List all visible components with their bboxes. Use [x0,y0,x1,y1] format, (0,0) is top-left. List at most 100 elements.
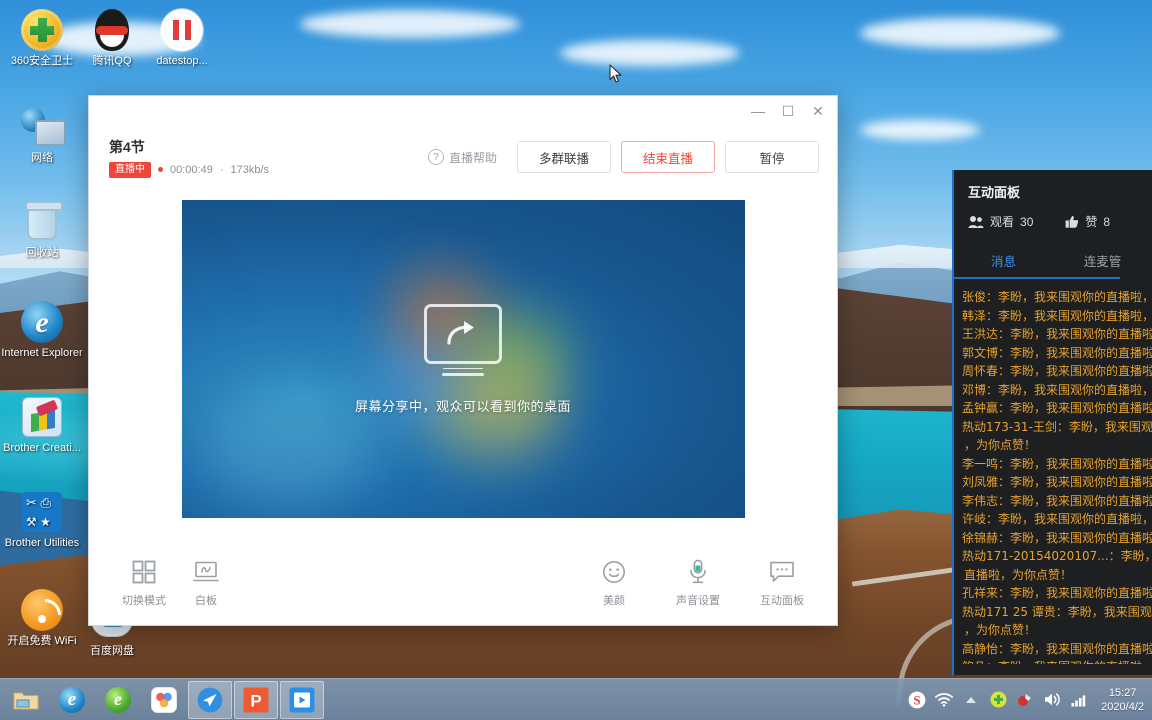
live-status-badge: 直播中 [109,161,151,178]
audio-settings-tool[interactable]: 声音设置 [667,559,729,608]
desktop-icon-label: Internet Explorer [1,347,83,359]
chat-message: 热动173-31-王剑：李盼，我来围观你 [962,419,1152,434]
taskbar-items: e e P [0,680,324,719]
live-help-link[interactable]: ? 直播帮助 [427,149,497,166]
chat-message: 李伟志：李盼，我来围观你的直播啦， [962,493,1152,508]
clock-date: 2020/4/2 [1101,700,1144,713]
viewer-count: 30 [1020,214,1034,229]
interaction-panel-tool[interactable]: 互动面板 [751,559,813,608]
taskbar-blue-bird-app[interactable] [188,680,232,719]
like-label: 赞 [1085,215,1098,229]
sogou-input-icon[interactable]: S [908,691,926,709]
desktop-icon-label: 回收站 [25,247,59,259]
microphone-icon [687,559,709,585]
chat-message: 李一鸣：李盼，我来围观你的直播啦， [962,456,1152,471]
session-meta: 直播中 00:00:49 · 173kb/s [109,161,269,178]
taskbar-colorful-app[interactable] [142,681,186,719]
beauty-face-icon [602,559,626,585]
minimize-button[interactable]: — [743,98,773,124]
window-titlebar[interactable]: — ☐ ✕ [89,96,837,126]
end-live-button[interactable]: 结束直播 [621,141,715,173]
wifi-icon[interactable] [935,691,954,709]
chat-message: 邓博：李盼，我来围观你的直播啦，为 [962,382,1152,397]
360-tray-icon[interactable] [989,691,1007,709]
toolbar-right-group: 美颜 声音设置 互动面板 [583,559,813,608]
brother-utilities-icon [20,490,64,534]
desktop-icon-brother-creative[interactable]: Brother Creati... [0,395,84,455]
taskbar-clock[interactable]: 15:27 2020/4/2 [1097,686,1144,714]
chat-message: 孟钟赢：李盼，我来围观你的直播啦， [962,401,1152,415]
interaction-panel: 互动面板 观看 30 赞 8 消息 连麦管 张俊：李盼，我来围观你的直播啦，为韩… [952,170,1152,675]
volume-icon[interactable] [1043,691,1061,709]
file-explorer-icon [13,692,39,709]
chat-message-list[interactable]: 张俊：李盼，我来围观你的直播啦，为 韩泽：李盼，我来围观你的直播啦，为 王洪达：李盼… [954,279,1152,664]
desktop-icon-recycle-bin[interactable]: 回收站 [0,200,84,260]
taskbar-live-app[interactable] [280,680,324,719]
desktop-icon-network[interactable]: 网络 [0,105,84,165]
recording-dot-icon [158,167,163,172]
show-hidden-icons-icon[interactable] [962,691,980,709]
session-info: 第4节 直播中 00:00:49 · 173kb/s [109,137,269,178]
cloud [860,120,980,140]
live-app-icon [289,687,315,712]
audio-settings-label: 声音设置 [676,594,720,607]
desktop-icon-label: Brother Creati... [3,442,81,454]
chat-message: 郭文博：李盼，我来围观你的直播啦， [962,345,1152,360]
close-button[interactable]: ✕ [803,98,833,124]
switch-mode-tool[interactable]: 切换模式 [113,559,175,608]
tab-mic-management[interactable]: 连麦管 [1053,246,1152,279]
viewer-label: 观看 [990,215,1015,229]
desktop-icon-brother-utilities[interactable]: Brother Utilities [0,490,84,550]
colorful-app-icon [151,686,177,713]
windows-taskbar: e e P S 15:27 2020/4/2 [0,678,1152,720]
whiteboard-label: 白板 [195,594,217,607]
chat-message: 直播啦，为你点赞！ [964,567,1073,582]
desktop-icon-datestop[interactable]: datestop... [140,8,224,68]
chat-message: 热动171 25 谭贵：李盼，我来围观你 [962,604,1152,619]
cloud [860,18,1060,48]
header-actions: ? 直播帮助 多群联播 结束直播 暂停 [427,141,819,173]
like-count-stat: 赞 8 [1065,213,1110,230]
chat-message: ，为你点赞！ [964,623,1037,637]
chat-message: 孔祥来：李盼，我来围观你的直播啦， [962,586,1152,600]
thumbs-up-icon [1065,215,1079,228]
beauty-label: 美颜 [603,594,625,607]
window-toolbar: 切换模式 白板 美颜 声音设置 互动面板 [89,547,837,625]
cloud [560,40,740,66]
datestop-icon [160,8,204,52]
maximize-button[interactable]: ☐ [773,98,803,124]
recycle-bin-icon [20,200,64,244]
signal-bars-icon[interactable] [1070,691,1088,709]
desktop-icon-internet-explorer[interactable]: Internet Explorer [0,300,84,360]
live-help-label: 直播帮助 [448,150,497,165]
multicast-button[interactable]: 多群联播 [517,141,611,173]
taskbar-file-explorer[interactable] [4,681,48,719]
taskbar-internet-explorer[interactable]: e [50,681,94,719]
tab-messages[interactable]: 消息 [954,246,1053,279]
whiteboard-tool[interactable]: 白板 [175,559,237,608]
interaction-panel-label: 互动面板 [760,594,804,607]
chat-message: 许岐：李盼，我来围观你的直播啦，为 [962,512,1152,526]
like-count: 8 [1103,214,1111,229]
cloud [300,10,520,38]
beauty-tool[interactable]: 美颜 [583,559,645,608]
desktop-icon-label: datestop... [156,55,208,67]
chat-message: 周怀春：李盼，我来围观你的直播啦， [962,364,1152,378]
desktop-icon-label: 网络 [31,152,53,164]
360-browser-icon: e [105,686,131,713]
screen-share-preview[interactable]: 屏幕分享中，观众可以看到你的桌面 [181,200,745,518]
whiteboard-icon [193,559,219,585]
chat-bubble-icon [769,559,795,585]
window-header: 第4节 直播中 00:00:49 · 173kb/s ? 直播帮助 多群联播 结… [89,126,837,188]
panel-title: 互动面板 [968,185,1021,200]
taskbar-wps-presentation[interactable]: P [234,680,278,719]
chat-message: 王洪达：李盼，我来围观你的直播啦， [962,327,1152,341]
pause-button[interactable]: 暂停 [725,141,819,173]
share-status-text: 屏幕分享中，观众可以看到你的桌面 [354,398,571,414]
internet-explorer-icon [20,300,64,344]
chat-message: 鲍凡：李盼，我来围观你的直播啦，为 [962,658,1152,664]
tab-active-underline [954,277,1120,279]
chat-message: 热动171-20154020107...：李盼，我来 [962,549,1152,563]
red-tray-icon[interactable] [1016,691,1034,709]
taskbar-360-browser[interactable]: e [96,681,140,719]
